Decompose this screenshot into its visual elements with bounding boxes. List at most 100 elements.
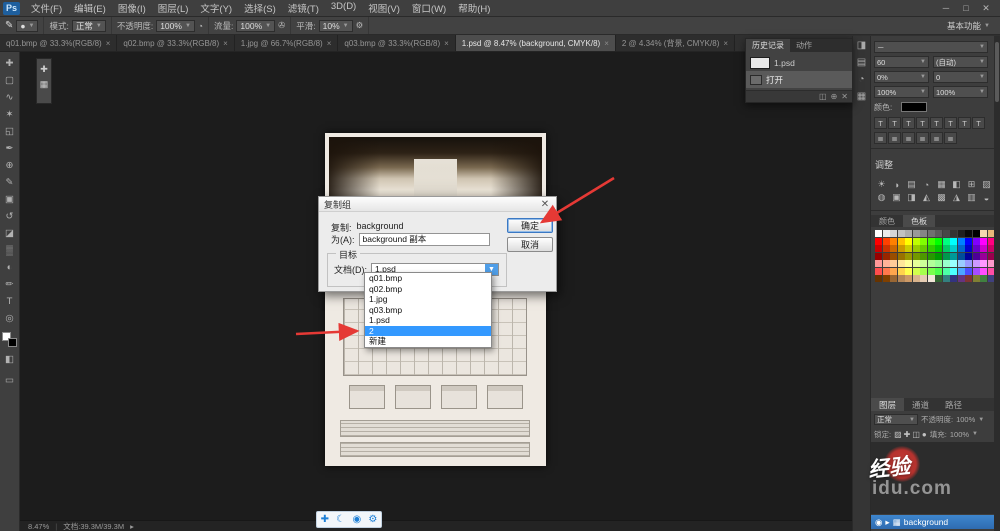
swatch[interactable] [927, 252, 935, 260]
document-tab[interactable]: q03.bmp @ 33.3%(RGB/8) × [338, 35, 456, 51]
expand-caret-icon[interactable]: ▸ [885, 517, 889, 528]
history-footer-icon-2[interactable]: ✕ [841, 92, 848, 101]
align-button-1[interactable]: ≣ [888, 132, 901, 144]
swatch[interactable] [935, 252, 942, 260]
swatch[interactable] [897, 237, 905, 245]
swatch[interactable] [950, 252, 957, 260]
adjustment-icon-10[interactable]: ◨ [904, 191, 919, 204]
close-button[interactable]: ✕ [976, 3, 996, 14]
color-panel-tab[interactable]: 颜色 [871, 215, 903, 227]
fill-value[interactable]: 100% [950, 430, 969, 439]
adjustment-icon-8[interactable]: ◍ [874, 191, 889, 204]
marquee-tool-icon[interactable]: ▢ [1, 72, 19, 89]
swatch[interactable] [882, 252, 890, 260]
swatch[interactable] [927, 275, 935, 282]
align-button-4[interactable]: ≣ [930, 132, 943, 144]
swatch[interactable] [942, 260, 950, 267]
as-name-input[interactable]: background 副本 [358, 233, 490, 246]
swatch[interactable] [905, 275, 912, 282]
swatch[interactable] [927, 237, 935, 245]
adjustment-icon-15[interactable]: ◒ [979, 191, 994, 204]
swatch[interactable] [957, 267, 965, 275]
layer-opacity-value[interactable]: 100% [956, 415, 975, 424]
align-button-3[interactable]: ≣ [916, 132, 929, 144]
minibar-icon-0[interactable]: ✚ [321, 514, 329, 525]
swatch[interactable] [972, 252, 980, 260]
swatch[interactable] [972, 260, 980, 267]
font-size-field[interactable]: 60 ▼ [874, 56, 929, 68]
smoothing-dropdown[interactable]: 10% ▼ [318, 19, 353, 32]
tab-close-icon[interactable]: × [327, 39, 332, 48]
history-tab[interactable]: 历史记录 [746, 39, 790, 52]
text-style-button-5[interactable]: T [944, 117, 957, 129]
text-color-chip[interactable] [901, 102, 927, 112]
swatch[interactable] [875, 230, 882, 237]
swatch[interactable] [890, 230, 897, 237]
collapsed-panel-icon-3[interactable]: ▦ [857, 91, 866, 102]
float-icon-1[interactable]: ▦ [40, 79, 49, 90]
adjustment-icon-3[interactable]: ◔ [919, 178, 934, 191]
dodge-tool-icon[interactable]: ◐ [1, 259, 19, 276]
swatch[interactable] [920, 245, 927, 252]
adjustment-icon-2[interactable]: ▤ [904, 178, 919, 191]
swatch[interactable] [882, 230, 890, 237]
adjustment-icon-13[interactable]: ◮ [949, 191, 964, 204]
text-style-button-7[interactable]: T [972, 117, 985, 129]
swatch[interactable] [912, 237, 920, 245]
swatch[interactable] [875, 252, 882, 260]
crop-tool-icon[interactable]: ◱ [1, 123, 19, 140]
type-tool-icon[interactable]: T [1, 293, 19, 310]
dropdown-item[interactable]: 1.jpg [365, 294, 491, 305]
swatch[interactable] [912, 267, 920, 275]
menu-item[interactable]: 帮助(H) [452, 1, 496, 15]
minimize-button[interactable]: ─ [936, 3, 956, 14]
tab-close-icon[interactable]: × [604, 39, 609, 48]
lock-icon-3[interactable]: ● [922, 430, 927, 439]
history-brush-tool-icon[interactable]: ↺ [1, 208, 19, 225]
swatch[interactable] [890, 252, 897, 260]
blend-mode-dropdown[interactable]: 正常 ▼ [874, 414, 918, 425]
menu-item[interactable]: 3D(D) [325, 1, 362, 15]
opacity-dropdown[interactable]: 100% ▼ [156, 19, 195, 32]
dialog-close-icon[interactable]: ✕ [539, 199, 551, 210]
text-style-button-3[interactable]: T [916, 117, 929, 129]
text-style-button-2[interactable]: T [902, 117, 915, 129]
menu-item[interactable]: 文件(F) [25, 1, 68, 15]
leading-field[interactable]: (自动) ▼ [933, 56, 988, 68]
adjustment-icon-7[interactable]: ▨ [979, 178, 994, 191]
layers-panel-tab[interactable]: 通道 [904, 398, 937, 411]
adjustment-icon-12[interactable]: ▩ [934, 191, 949, 204]
swatch[interactable] [882, 237, 890, 245]
swatch[interactable] [980, 267, 987, 275]
swatch[interactable] [882, 245, 890, 252]
swatch[interactable] [980, 252, 987, 260]
menu-item[interactable]: 图像(I) [112, 1, 152, 15]
dropdown-item[interactable]: q01.bmp [365, 273, 491, 284]
screen-mode-icon[interactable]: ▭ [1, 372, 19, 389]
swatch[interactable] [950, 237, 957, 245]
swatch[interactable] [927, 260, 935, 267]
adjustment-icon-6[interactable]: ⊞ [964, 178, 979, 191]
swatch[interactable] [912, 260, 920, 267]
history-tab[interactable]: 动作 [790, 39, 818, 52]
tab-close-icon[interactable]: × [223, 39, 228, 48]
brush-tool-icon[interactable]: ✎ [1, 174, 19, 191]
swatch[interactable] [890, 275, 897, 282]
swatch[interactable] [912, 230, 920, 237]
menu-item[interactable]: 选择(S) [238, 1, 282, 15]
lock-icon-0[interactable]: ▨ [894, 430, 902, 439]
airbrush-icon[interactable]: ✇ [278, 20, 285, 31]
adjustment-icon-4[interactable]: ▦ [934, 178, 949, 191]
swatch[interactable] [897, 230, 905, 237]
swatch[interactable] [875, 275, 882, 282]
brush-preset-dropdown[interactable]: ● ▼ [16, 19, 39, 32]
swatch[interactable] [980, 230, 987, 237]
color-panel-tab[interactable]: 色板 [903, 215, 935, 227]
swatch[interactable] [972, 267, 980, 275]
align-button-5[interactable]: ≣ [944, 132, 957, 144]
swatch[interactable] [972, 237, 980, 245]
swatch[interactable] [920, 237, 927, 245]
dropdown-item[interactable]: q02.bmp [365, 284, 491, 295]
swatch[interactable] [950, 275, 957, 282]
adjustment-icon-5[interactable]: ◧ [949, 178, 964, 191]
